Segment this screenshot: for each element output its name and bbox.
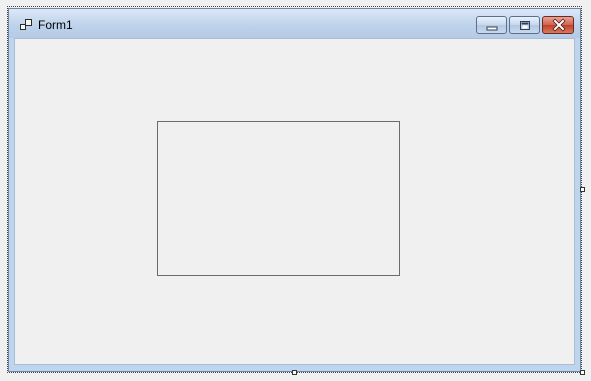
form-client-area[interactable] [14, 38, 575, 365]
title-bar[interactable]: Form1 [9, 9, 580, 38]
resize-handle-right[interactable] [580, 187, 585, 192]
maximize-icon [520, 21, 530, 30]
maximize-button[interactable] [509, 16, 540, 34]
form-icon [20, 18, 32, 30]
resize-handle-bottom-right[interactable] [580, 370, 585, 375]
close-button[interactable] [542, 16, 574, 34]
minimize-button[interactable] [476, 16, 507, 34]
form-window[interactable]: Form1 [8, 8, 581, 372]
minimize-icon [486, 26, 498, 31]
panel-control[interactable] [157, 121, 400, 276]
resize-handle-bottom[interactable] [292, 370, 297, 375]
designer-surface: Form1 [0, 0, 591, 381]
caption-buttons [476, 16, 574, 34]
close-icon [552, 18, 566, 32]
window-title: Form1 [38, 18, 73, 32]
